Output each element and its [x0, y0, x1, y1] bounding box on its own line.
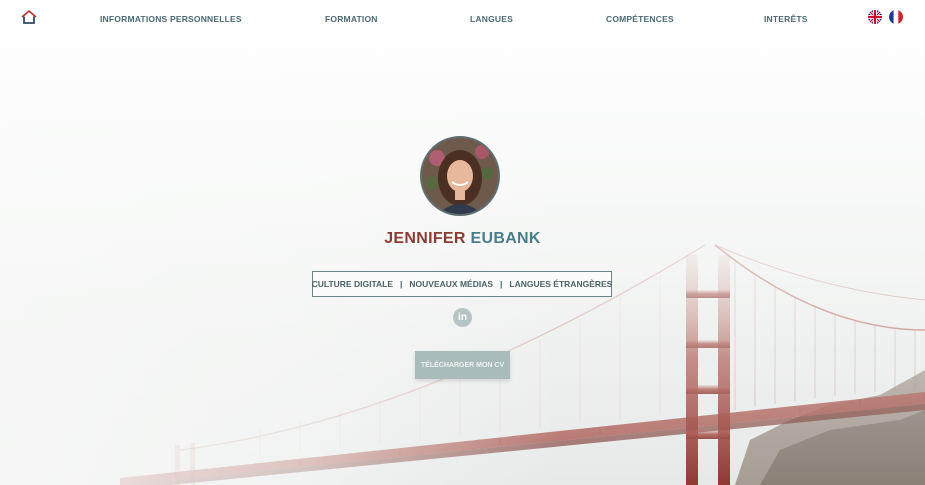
tag-separator: | [400, 279, 403, 289]
first-name: JENNIFER [384, 230, 466, 247]
hero-section: JENNIFER EUBANK CULTURE DIGITALE | NOUVE… [0, 0, 925, 485]
download-cv-button[interactable]: TÉLÉCHARGER MON CV [415, 351, 510, 379]
nav-link-formation[interactable]: FORMATION [325, 14, 378, 24]
tag-langues-etrangeres: LANGUES ÉTRANGÈRES [509, 279, 613, 289]
last-name: EUBANK [470, 230, 541, 247]
france-flag-icon[interactable] [889, 10, 903, 24]
home-icon[interactable] [21, 10, 37, 24]
linkedin-label: in [458, 312, 467, 323]
skills-tagline: CULTURE DIGITALE | NOUVEAUX MÉDIAS | LAN… [312, 271, 612, 297]
tag-nouveaux-medias: NOUVEAUX MÉDIAS [409, 279, 493, 289]
nav-link-langues[interactable]: LANGUES [470, 14, 513, 24]
profile-name: JENNIFER EUBANK [0, 230, 925, 248]
tag-separator: | [500, 279, 503, 289]
tag-culture-digitale: CULTURE DIGITALE [311, 279, 394, 289]
avatar [420, 136, 500, 216]
nav-link-competences[interactable]: COMPÉTENCES [606, 14, 674, 24]
nav-link-interets[interactable]: INTERÊTS [764, 14, 808, 24]
top-navigation: INFORMATIONS PERSONNELLES FORMATION LANG… [0, 0, 925, 36]
nav-link-informations-personnelles[interactable]: INFORMATIONS PERSONNELLES [100, 14, 242, 24]
linkedin-icon[interactable]: in [453, 308, 472, 327]
uk-flag-icon[interactable] [868, 10, 882, 24]
